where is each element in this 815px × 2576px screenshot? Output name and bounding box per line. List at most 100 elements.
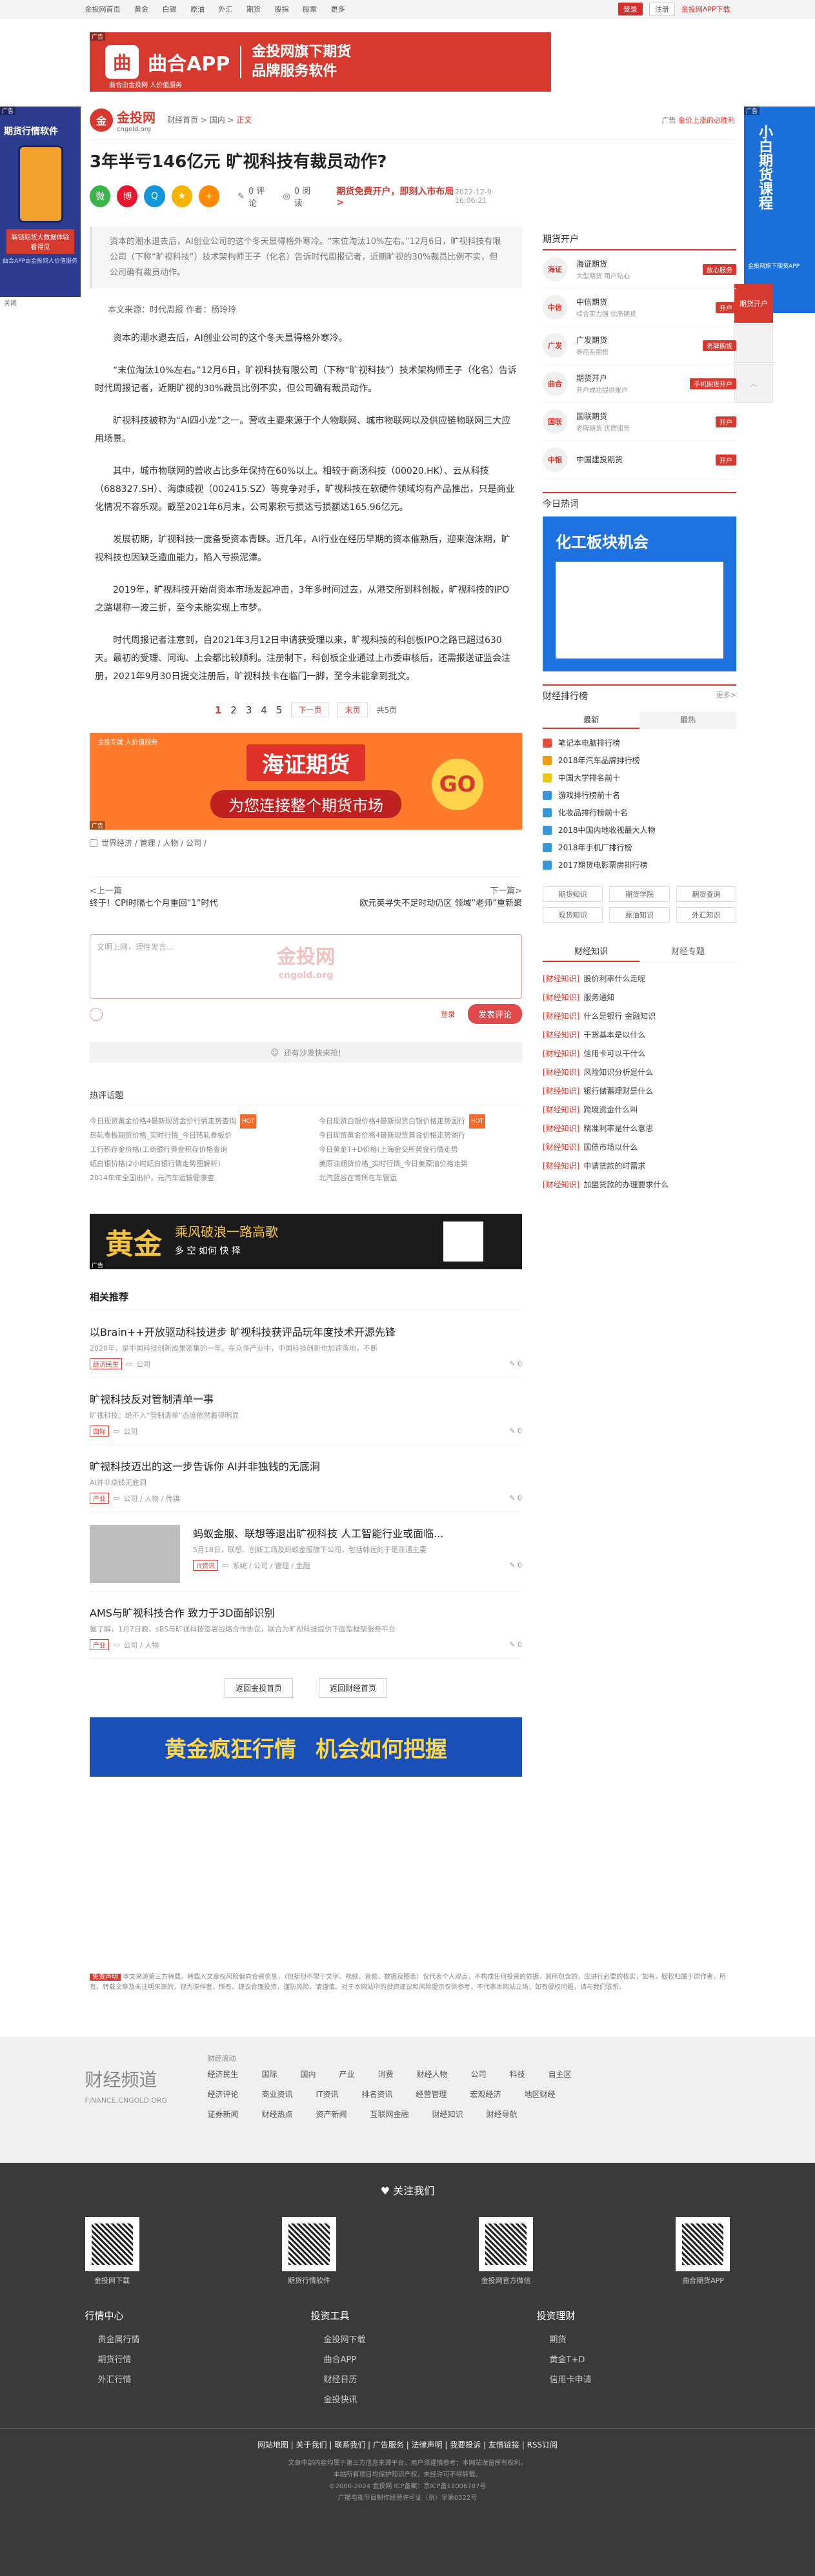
top-banner-ad[interactable]: 广告 曲 曲合APP 金投网旗下期货 品牌服务软件 曲合由金投网 人价值服务 — [90, 32, 551, 92]
hot-topic-item[interactable]: 今日现货白银价格4最新现货白银价格走势图行 HOT — [319, 1114, 522, 1129]
login-button[interactable]: 登录 — [618, 3, 643, 15]
channel-link[interactable]: 自主区 — [548, 2069, 572, 2080]
channel-link[interactable]: 经济评论 — [208, 2089, 239, 2100]
hot-topic-item[interactable]: 热轧卷板期货价格_实时行情_今日热轧卷板价 — [90, 1129, 293, 1143]
related-item-title[interactable]: 以Brain++开放驱动科技进步 旷视科技获评品玩年度技术开源先锋 — [90, 1324, 522, 1339]
download-app-link[interactable]: 金投网APP下载 — [681, 4, 730, 14]
channel-link[interactable]: 经营管理 — [416, 2089, 447, 2100]
top-nav-item[interactable]: 股票 — [303, 5, 317, 14]
rank-item[interactable]: 笔记本电脑排行榜 — [543, 734, 736, 751]
related-item-tag[interactable]: 产业 — [90, 1639, 109, 1650]
channel-link[interactable]: 证券新闻 — [208, 2109, 239, 2120]
top-nav-item[interactable]: 期货 — [247, 5, 261, 14]
tags-text[interactable]: 世界经济 / 管理 / 人物 / 公司 / — [101, 837, 206, 848]
channel-link[interactable]: 财经知识 — [432, 2109, 463, 2120]
weibo-share-icon[interactable]: 博 — [117, 185, 138, 207]
comment-textarea[interactable]: 文明上网，理性发言... 金投网 cngold.org — [90, 934, 522, 999]
chip[interactable]: 期货查询 — [676, 886, 736, 902]
footer-link[interactable]: 黄金T+D — [537, 2353, 730, 2373]
left-ad-close-button[interactable]: 关闭 — [4, 298, 17, 307]
wechat-share-icon[interactable]: 微 — [90, 185, 111, 207]
knowledge-item[interactable]: [财经知识] 干货基本是以什么 — [543, 1025, 736, 1044]
related-item-tag[interactable]: 经济民生 — [90, 1358, 122, 1369]
broker-tag-button[interactable]: 手机期货开户 — [690, 378, 736, 389]
footer-link[interactable]: 金投网下载 — [311, 2333, 505, 2353]
broker-tag-button[interactable]: 放心服务 — [703, 263, 736, 275]
broker-tag-button[interactable]: 老牌期货 — [703, 340, 736, 351]
related-item[interactable]: 旷视科技迈出的这一步告诉你 AI并非独钱的无底洞 AI并非烧钱无底洞 产业 ▭ 公司… — [90, 1445, 522, 1512]
related-item[interactable]: AMS与旷视科技合作 致力于3D面部识别 据了解，1月7日晚，sBS与旷视科技签… — [90, 1591, 522, 1659]
back-channel-button[interactable]: 返回财经首页 — [319, 1678, 388, 1698]
channel-link[interactable]: 产业 — [339, 2069, 355, 2080]
knowledge-item[interactable]: [财经知识] 申请贷款的时需求 — [543, 1156, 736, 1175]
rank-item[interactable]: 2018年手机厂排行榜 — [543, 839, 736, 856]
rank-more-link[interactable]: 更多> — [716, 690, 736, 702]
tab-finance-topics[interactable]: 财经专题 — [639, 941, 736, 962]
channel-link[interactable]: 互联网金融 — [370, 2109, 409, 2120]
knowledge-item[interactable]: [财经知识] 股价利率什么走呢 — [543, 969, 736, 988]
related-item-tag[interactable]: IT资讯 — [193, 1560, 219, 1571]
footer-link[interactable]: 外汇行情 — [85, 2373, 279, 2393]
related-item-tag[interactable]: 产业 — [90, 1493, 109, 1504]
footer-link[interactable]: 曲合APP — [311, 2353, 505, 2373]
knowledge-item[interactable]: [财经知识] 服务通知 — [543, 988, 736, 1007]
page-link[interactable]: 2 — [230, 704, 237, 716]
knowledge-item[interactable]: [财经知识] 信用卡可以干什么 — [543, 1044, 736, 1063]
related-item-title[interactable]: 旷视科技反对管制清单一事 — [90, 1391, 522, 1406]
gold-ad[interactable]: 广告 黄金 乘风破浪一路高歌 多 空 如何 快 择 — [90, 1214, 522, 1269]
broker-item[interactable]: 广发 广发期货 券商系期货 老牌期货 — [543, 327, 736, 365]
knowledge-item[interactable]: [财经知识] 银行储蓄理财是什么 — [543, 1081, 736, 1100]
back-to-top-button[interactable]: ︿ — [734, 364, 773, 403]
hot-topic-item[interactable]: 今日黄金T+D价格(上海金交所黄金行情走势 — [319, 1143, 522, 1157]
footer-link[interactable]: 期货 — [537, 2333, 730, 2353]
knowledge-item[interactable]: [财经知识] 精准利率是什么意思 — [543, 1119, 736, 1138]
top-nav-item[interactable]: 外汇 — [219, 5, 233, 14]
rank-item[interactable]: 2018年汽车品牌排行榜 — [543, 751, 736, 769]
broker-tag-button[interactable]: 开户 — [716, 416, 736, 427]
footer-link[interactable]: 期货行情 — [85, 2353, 279, 2373]
breadcrumb-item[interactable]: 国内 — [210, 116, 225, 125]
next-article-link[interactable]: 欧元英寻失不足时动仍区 领域“老师”重新聚 — [359, 896, 522, 908]
footer-nav-links[interactable]: 网站地图 | 关于我们 | 联系我们 | 广告服务 | 法律声明 | 我要投诉 … — [0, 2428, 815, 2450]
chip[interactable]: 期货学院 — [609, 886, 670, 902]
page-link[interactable]: 4 — [261, 704, 267, 716]
chip[interactable]: 现货知识 — [543, 907, 603, 923]
broker-item[interactable]: 中信 中信期货 综合实力强 优质期货 开户 — [543, 289, 736, 327]
channel-link[interactable]: 公司 — [471, 2069, 487, 2080]
back-home-button[interactable]: 返回金投首页 — [224, 1678, 293, 1698]
channel-link[interactable]: 地区财经 — [524, 2089, 555, 2100]
footer-link[interactable]: 贵金属行情 — [85, 2333, 279, 2353]
hot-topic-item[interactable]: 北汽蓝谷在等所在车管运 — [319, 1171, 522, 1185]
related-item-tag[interactable]: 国际 — [90, 1426, 109, 1436]
prev-article-link[interactable]: 终于！CPI时隔七个月重回“1”时代 — [90, 896, 218, 908]
next-page-button[interactable]: 下一页 — [291, 702, 329, 717]
rank-item[interactable]: 化妆品排行榜前十名 — [543, 804, 736, 821]
hot-topic-item[interactable]: 今日现货黄金价格4最新现货黄金价格走势图行 — [319, 1129, 522, 1143]
chip[interactable]: 外汇知识 — [676, 907, 736, 923]
broker-tag-button[interactable]: 开户 — [716, 302, 736, 313]
page-link[interactable]: 1 — [215, 704, 221, 716]
top-nav-item[interactable]: 股指 — [275, 5, 289, 14]
channel-link[interactable]: 财经热点 — [262, 2109, 293, 2120]
related-item[interactable]: 以Brain++开放驱动科技进步 旷视科技获评品玩年度技术开源先锋 2020年，… — [90, 1311, 522, 1378]
top-nav-item[interactable]: 黄金 — [134, 5, 148, 14]
channel-link[interactable]: 财经导航 — [487, 2109, 518, 2120]
page-link[interactable]: 3 — [246, 704, 252, 716]
channel-link[interactable]: 经济民生 — [208, 2069, 239, 2080]
chip[interactable]: 期货知识 — [543, 886, 603, 902]
site-logo[interactable]: 金 金投网 cngold.org — [90, 107, 156, 133]
left-ad-button[interactable]: 解锁期货大数据体验看得见 — [6, 229, 74, 254]
top-nav-more[interactable]: 更多 — [331, 5, 345, 14]
top-nav-item[interactable]: 原油 — [190, 5, 205, 14]
qr-item[interactable]: 金投网官方微信 — [479, 2217, 534, 2285]
top-nav-item[interactable]: 白银 — [163, 5, 177, 14]
channel-link[interactable]: IT资讯 — [316, 2089, 339, 2100]
rank-item[interactable]: 中国大学排名前十 — [543, 769, 736, 786]
register-button[interactable]: 注册 — [649, 3, 675, 15]
broker-item[interactable]: 中银 中国建投期货 开户 — [543, 441, 736, 479]
rank-item[interactable]: 2018中国内地收视最大人物 — [543, 821, 736, 839]
favorite-icon[interactable]: + — [198, 185, 220, 207]
knowledge-item[interactable]: [财经知识] 国债市场以什么 — [543, 1138, 736, 1156]
channel-link[interactable]: 排名资讯 — [361, 2089, 392, 2100]
hot-topic-item[interactable]: 今日现货黄金价格4最新现货金价行情走势查询 HOT — [90, 1114, 293, 1129]
